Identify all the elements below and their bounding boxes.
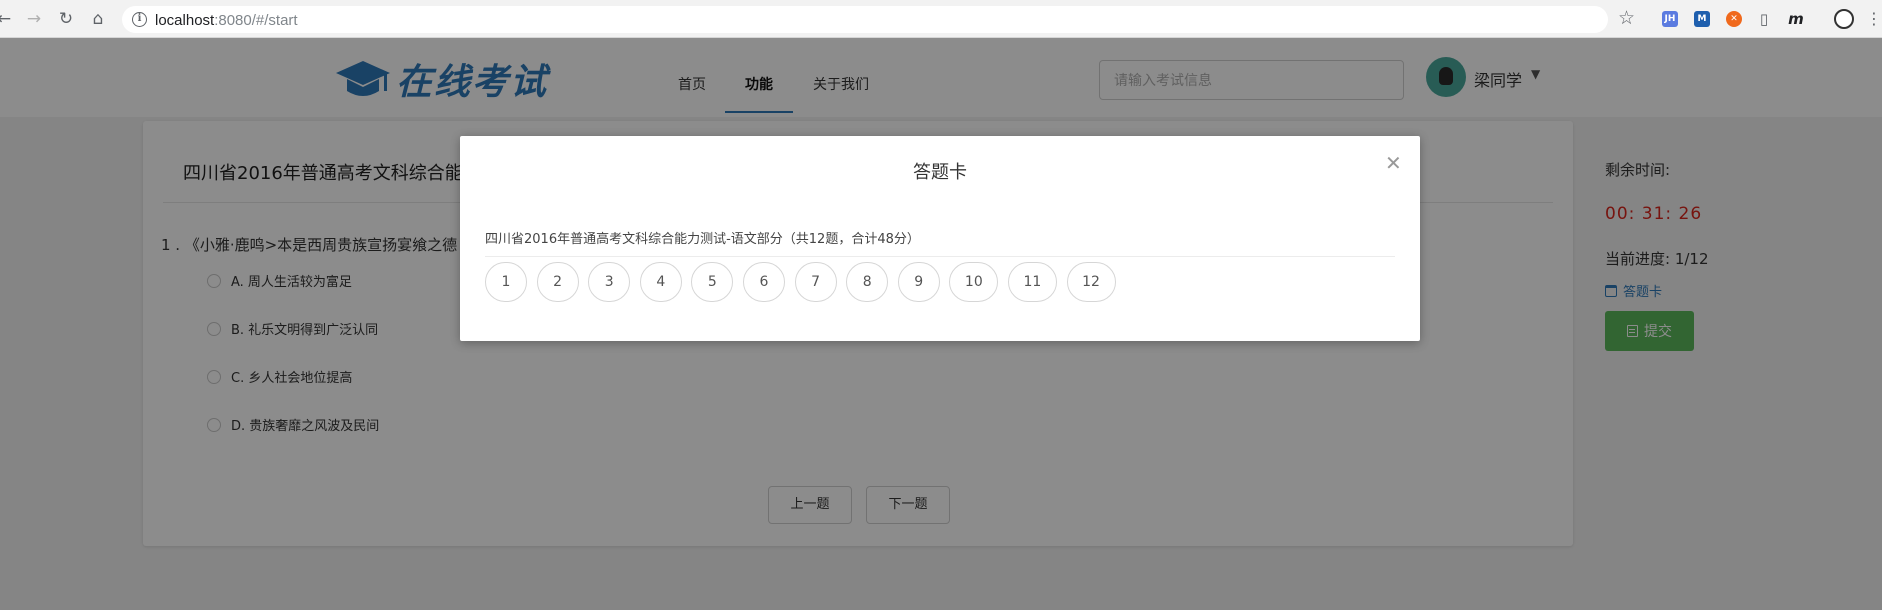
bookmark-icon[interactable]: ▯ [1758,11,1770,27]
answer-card-modal: 答题卡 ✕ 四川省2016年普通高考文科综合能力测试-语文部分（共12题，合计4… [460,136,1420,341]
question-number-button[interactable]: 2 [536,262,579,302]
profile-avatar-icon[interactable] [1834,9,1854,29]
forward-icon[interactable]: → [24,9,44,29]
url-text: localhost:8080/#/start [155,12,298,29]
browser-menu-icon[interactable]: ⋮ [1866,9,1882,29]
extension-m-icon[interactable]: M [1694,11,1710,27]
modal-title: 答题卡 [913,162,967,183]
back-icon[interactable]: ← [0,9,14,29]
bookmark-star-icon[interactable]: ☆ [1618,8,1635,28]
question-number-button[interactable]: 5 [691,262,734,302]
reload-icon[interactable]: ↻ [56,9,76,29]
question-number-button[interactable]: 3 [588,262,631,302]
divider [485,256,1395,257]
url-host: localhost [155,12,215,29]
extension-jh-icon[interactable]: JH [1662,11,1678,27]
question-number-button[interactable]: 9 [897,262,940,302]
question-number-list: 1 2 3 4 5 6 7 8 9 10 11 12 [485,262,1125,302]
question-number-button[interactable]: 8 [846,262,889,302]
info-icon[interactable]: i [132,12,147,27]
address-bar[interactable]: i localhost:8080/#/start [122,6,1608,33]
close-icon[interactable]: ✕ [1385,153,1402,173]
browser-toolbar: ← → ↻ ⌂ i localhost:8080/#/start ☆ JH M … [0,0,1882,38]
question-number-button[interactable]: 6 [742,262,785,302]
question-number-button[interactable]: 4 [639,262,682,302]
question-number-button[interactable]: 11 [1007,262,1057,302]
question-number-button[interactable]: 12 [1066,262,1116,302]
question-number-button[interactable]: 7 [794,262,837,302]
question-number-button[interactable]: 10 [949,262,999,302]
url-path: :8080/#/start [214,12,298,29]
home-icon[interactable]: ⌂ [88,9,108,29]
extension-italic-m-icon[interactable]: m [1788,11,1804,27]
extension-orange-icon[interactable]: ✕ [1726,11,1742,27]
modal-subtitle: 四川省2016年普通高考文科综合能力测试-语文部分（共12题，合计48分） [485,232,920,247]
question-number-button[interactable]: 1 [485,262,527,302]
